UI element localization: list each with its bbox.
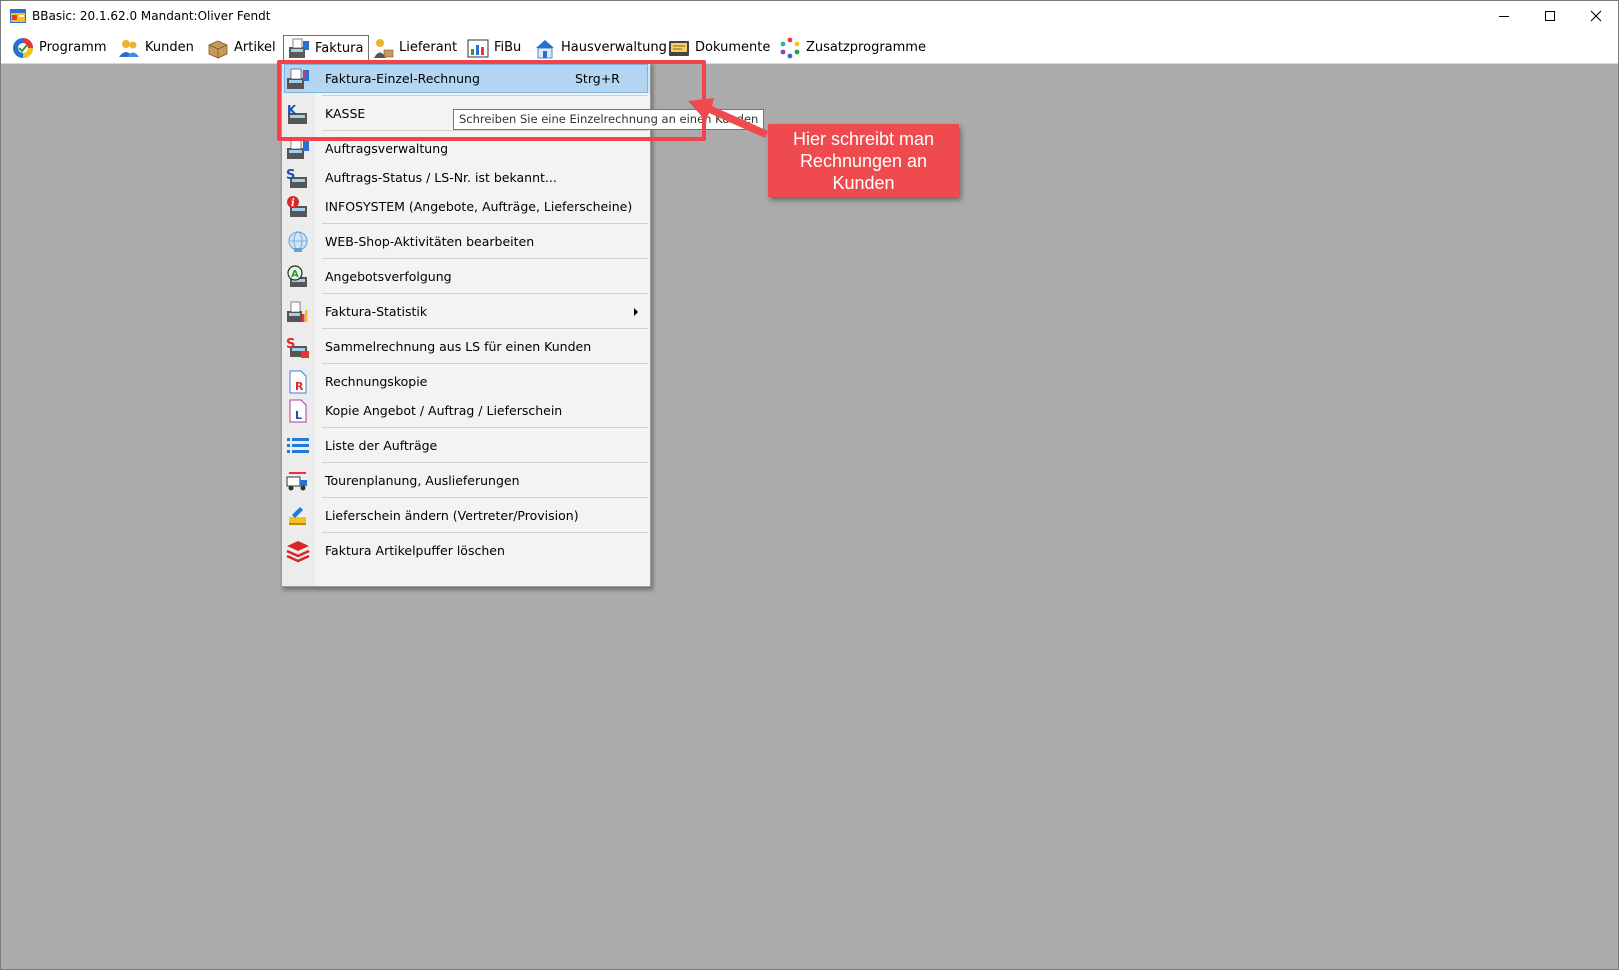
menu-label: Hausverwaltung xyxy=(561,40,667,55)
menu-item-label: INFOSYSTEM (Angebote, Aufträge, Liefersc… xyxy=(325,199,633,214)
menu-item-faktura-statistik[interactable]: Faktura-Statistik xyxy=(282,297,650,326)
property-management-icon xyxy=(536,39,554,58)
maximize-icon xyxy=(1545,11,1555,21)
menu-item-label: Rechnungskopie xyxy=(325,374,428,389)
close-icon xyxy=(1590,10,1602,22)
program-icon xyxy=(13,37,33,58)
menu-item-liste-der-auftraege[interactable]: Liste der Aufträge xyxy=(282,431,650,460)
layers-delete-icon xyxy=(286,541,310,563)
quote-tracking-icon: A xyxy=(287,265,307,287)
maximize-button[interactable] xyxy=(1527,1,1573,31)
menu-item-auftrags-status[interactable]: S Auftrags-Status / LS-Nr. ist bekannt..… xyxy=(282,163,650,192)
menu-separator xyxy=(322,532,648,533)
menu-item-angebotsverfolgung[interactable]: A Angebotsverfolgung xyxy=(282,262,650,291)
supplier-icon xyxy=(374,38,394,58)
menu-item-label: Faktura Artikelpuffer löschen xyxy=(325,543,505,558)
menu-separator xyxy=(322,223,648,224)
menu-item-label: Auftragsverwaltung xyxy=(325,141,449,156)
list-icon xyxy=(287,438,309,453)
addons-icon xyxy=(780,37,800,58)
accounting-icon xyxy=(467,39,489,57)
menu-item-sammelrechnung[interactable]: S Sammelrechnung aus LS für einen Kunden xyxy=(282,332,650,361)
svg-text:L: L xyxy=(295,409,302,422)
menu-item-infosystem[interactable]: i INFOSYSTEM (Angebote, Aufträge, Liefer… xyxy=(282,192,650,221)
menu-item-lieferschein-aendern[interactable]: Lieferschein ändern (Vertreter/Provision… xyxy=(282,501,650,530)
svg-text:S: S xyxy=(286,168,295,183)
statistics-icon xyxy=(287,301,308,322)
menu-separator xyxy=(322,363,648,364)
menu-separator xyxy=(322,462,648,463)
menu-item-label: WEB-Shop-Aktivitäten bearbeiten xyxy=(325,234,535,249)
menu-kunden[interactable]: Kunden xyxy=(118,35,194,60)
menu-hausverwaltung[interactable]: Hausverwaltung xyxy=(534,35,667,60)
close-button[interactable] xyxy=(1573,1,1618,31)
menu-item-label: Lieferschein ändern (Vertreter/Provision… xyxy=(325,508,579,523)
infosystem-icon: i xyxy=(287,196,307,217)
menu-label: FiBu xyxy=(494,40,522,55)
window-title: BBasic: 20.1.62.0 Mandant:Oliver Fendt xyxy=(32,9,271,23)
menu-fibu[interactable]: FiBu xyxy=(467,35,521,60)
menu-item-label: Auftrags-Status / LS-Nr. ist bekannt... xyxy=(325,170,557,185)
menu-item-webshop[interactable]: WEB-Shop-Aktivitäten bearbeiten xyxy=(282,227,650,256)
menu-item-label: Tourenplanung, Auslieferungen xyxy=(325,473,520,488)
submenu-arrow-icon xyxy=(634,308,638,316)
annotation-highlight-box xyxy=(277,60,706,141)
billing-icon xyxy=(289,38,309,58)
annotation-callout: Hier schreibt man Rechnungen an Kunden xyxy=(768,124,959,197)
menu-separator xyxy=(322,293,648,294)
svg-text:R: R xyxy=(295,380,304,393)
menu-label: Faktura xyxy=(315,40,364,56)
menu-label: Dokumente xyxy=(695,40,771,55)
menu-faktura[interactable]: Faktura xyxy=(283,35,369,60)
app-icon xyxy=(10,9,26,23)
customers-icon xyxy=(119,39,139,57)
menu-dokumente[interactable]: Dokumente xyxy=(668,35,770,60)
minimize-button[interactable] xyxy=(1481,1,1527,31)
menu-programm[interactable]: Programm xyxy=(12,35,107,60)
menu-artikel[interactable]: Artikel xyxy=(207,35,276,60)
menu-label: Artikel xyxy=(234,40,276,55)
tour-planning-icon xyxy=(286,472,307,491)
menu-separator xyxy=(322,427,648,428)
svg-text:A: A xyxy=(291,269,299,280)
menu-item-tourenplanung[interactable]: Tourenplanung, Auslieferungen xyxy=(282,466,650,495)
menu-item-artikelpuffer-loeschen[interactable]: Faktura Artikelpuffer löschen xyxy=(282,536,650,565)
menu-label: Lieferant xyxy=(399,40,458,55)
title-bar: BBasic: 20.1.62.0 Mandant:Oliver Fendt xyxy=(1,1,1618,31)
collective-invoice-icon: S xyxy=(286,337,309,358)
document-copy-icon: L xyxy=(289,399,307,423)
menu-item-label: Kopie Angebot / Auftrag / Lieferschein xyxy=(325,403,563,418)
order-status-icon: S xyxy=(286,168,307,188)
menu-label: Zusatzprogramme xyxy=(806,40,926,55)
menu-label: Kunden xyxy=(145,40,194,55)
menu-label: Programm xyxy=(39,40,107,55)
invoice-copy-icon: R xyxy=(289,370,307,394)
svg-text:i: i xyxy=(291,198,295,209)
menu-item-kopie-angebot[interactable]: L Kopie Angebot / Auftrag / Lieferschein xyxy=(282,396,650,425)
svg-text:S: S xyxy=(286,337,295,352)
menu-item-label: Sammelrechnung aus LS für einen Kunden xyxy=(325,339,592,354)
menu-bar: Programm Kunden Artikel Faktura Lieferan… xyxy=(1,31,1618,64)
documents-icon xyxy=(669,40,689,56)
menu-separator xyxy=(322,258,648,259)
menu-zusatzprogramme[interactable]: Zusatzprogramme xyxy=(779,35,926,60)
menu-lieferant[interactable]: Lieferant xyxy=(372,35,457,60)
menu-item-label: Liste der Aufträge xyxy=(325,438,438,453)
menu-item-rechnungskopie[interactable]: R Rechnungskopie xyxy=(282,367,650,396)
articles-icon xyxy=(208,40,228,58)
minimize-icon xyxy=(1499,16,1509,17)
menu-item-label: Angebotsverfolgung xyxy=(325,269,452,284)
edit-delivery-icon xyxy=(289,507,306,525)
menu-separator xyxy=(322,328,648,329)
webshop-icon xyxy=(288,231,308,252)
menu-separator xyxy=(322,497,648,498)
mdi-client-area xyxy=(1,64,1618,969)
menu-item-label: Faktura-Statistik xyxy=(325,304,428,319)
